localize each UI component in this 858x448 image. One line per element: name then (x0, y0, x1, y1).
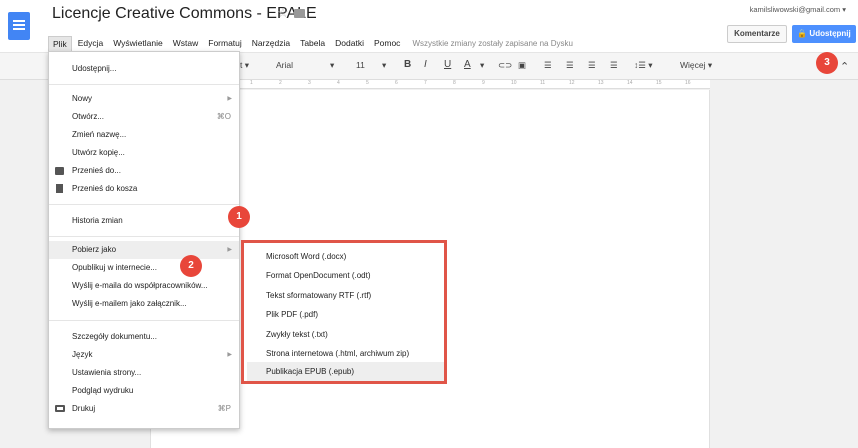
menu-item-copy[interactable]: Utwórz kopię... (49, 144, 239, 162)
menu-item-email-collaborators[interactable]: Wyślij e-maila do współpracowników... (49, 277, 239, 295)
menu-item-trash[interactable]: Przenieś do kosza (49, 180, 239, 198)
align-center-icon[interactable]: ☰ (566, 60, 574, 71)
menu-item-page-setup[interactable]: Ustawienia strony... (49, 364, 239, 382)
align-right-icon[interactable]: ☰ (588, 60, 596, 71)
align-justify-icon[interactable]: ☰ (610, 60, 618, 71)
menu-separator (49, 236, 239, 237)
printer-icon (55, 405, 65, 412)
comments-button[interactable]: Komentarze (727, 25, 787, 43)
line-spacing-icon[interactable]: ↕☰ ▾ (634, 60, 653, 71)
download-epub[interactable]: Publikacja EPUB (.epub) (247, 362, 444, 381)
font-size-arrow-icon[interactable]: ▾ (382, 60, 386, 71)
save-status: Wszystkie zmiany zostały zapisane na Dys… (412, 38, 573, 48)
link-icon[interactable]: ⊂⊃ (498, 60, 512, 71)
docs-logo-icon[interactable] (8, 12, 30, 40)
submenu-arrow-icon: ▶ (227, 247, 232, 253)
header: Licencje Creative Commons - EPALE ☆ Plik… (0, 0, 858, 52)
menu-separator (49, 320, 239, 321)
menu-separator (49, 84, 239, 85)
more-button[interactable]: Więcej ▾ (680, 60, 712, 71)
star-icon[interactable]: ☆ (277, 5, 289, 21)
collapse-toolbar-icon[interactable]: ⌃ (840, 60, 849, 73)
menu-format[interactable]: Formatuj (204, 36, 246, 50)
menu-item-email-attachment[interactable]: Wyślij e-mailem jako załącznik... (49, 295, 239, 313)
download-pdf[interactable]: Plik PDF (.pdf) (247, 305, 444, 324)
font-size-dropdown[interactable]: 11 (356, 60, 365, 70)
menubar: Plik Edycja Wyświetlanie Wstaw Formatuj … (48, 35, 573, 51)
font-style-dropdown-partial[interactable]: t ▾ (240, 60, 249, 71)
menu-separator (49, 204, 239, 205)
menu-addons[interactable]: Dodatki (331, 36, 368, 50)
step-badge-2: 2 (180, 255, 202, 277)
italic-button[interactable]: I (424, 59, 427, 70)
menu-insert[interactable]: Wstaw (169, 36, 203, 50)
download-odt[interactable]: Format OpenDocument (.odt) (247, 266, 444, 285)
menu-item-language[interactable]: Język ▶ (49, 346, 239, 364)
align-left-icon[interactable]: ☰ (544, 60, 552, 71)
submenu-arrow-icon: ▶ (227, 96, 232, 102)
menu-item-publish[interactable]: Opublikuj w internecie... (49, 259, 239, 277)
comment-icon[interactable]: ▣ (518, 60, 526, 71)
menu-help[interactable]: Pomoc (370, 36, 404, 50)
submenu-arrow-icon: ▶ (227, 352, 232, 358)
menu-view[interactable]: Wyświetlanie (109, 36, 167, 50)
text-color-button[interactable]: A (464, 59, 471, 70)
download-html[interactable]: Strona internetowa (.html, archiwum zip) (247, 344, 444, 363)
menu-item-move[interactable]: Przenieś do... (49, 162, 239, 180)
menu-edit[interactable]: Edycja (74, 36, 108, 50)
menu-file[interactable]: Plik (48, 35, 72, 51)
trash-icon (56, 184, 63, 193)
download-txt[interactable]: Zwykły tekst (.txt) (247, 325, 444, 344)
menu-item-details[interactable]: Szczegóły dokumentu... (49, 328, 239, 346)
menu-item-share[interactable]: Udostępnij... (49, 60, 239, 78)
menu-item-print-preview[interactable]: Podgląd wydruku (49, 382, 239, 400)
menu-item-new[interactable]: Nowy ▶ (49, 90, 239, 108)
step-badge-1: 1 (228, 206, 250, 228)
menu-item-download[interactable]: Pobierz jako ▶ (49, 241, 239, 259)
account-email[interactable]: kamilsliwowski@gmail.com ▾ (750, 5, 846, 14)
menu-item-print[interactable]: Drukuj ⌘P (49, 400, 239, 418)
bold-button[interactable]: B (404, 59, 411, 70)
font-dropdown-arrow-icon[interactable]: ▾ (330, 60, 334, 71)
font-dropdown[interactable]: Arial (276, 60, 293, 70)
menu-item-open[interactable]: Otwórz... ⌘O (49, 108, 239, 126)
text-color-arrow-icon[interactable]: ▾ (480, 60, 484, 71)
folder-icon[interactable] (294, 9, 305, 18)
menu-item-rename[interactable]: Zmień nazwę... (49, 126, 239, 144)
menu-table[interactable]: Tabela (296, 36, 329, 50)
menu-item-history[interactable]: Historia zmian (49, 212, 239, 230)
docs-app: Licencje Creative Commons - EPALE ☆ Plik… (0, 0, 858, 448)
step-badge-3: 3 (816, 52, 838, 74)
underline-button[interactable]: U (444, 59, 451, 70)
share-button[interactable]: 🔒 Udostępnij (792, 25, 856, 43)
lock-icon: 🔒 (797, 29, 808, 38)
download-submenu: Microsoft Word (.docx) Format OpenDocume… (241, 240, 447, 384)
menu-tools[interactable]: Narzędzia (248, 36, 294, 50)
download-rtf[interactable]: Tekst sformatowany RTF (.rtf) (247, 286, 444, 305)
file-menu: Udostępnij... Nowy ▶ Otwórz... ⌘O Zmień na… (48, 51, 240, 429)
download-docx[interactable]: Microsoft Word (.docx) (247, 247, 444, 266)
folder-icon (55, 167, 64, 175)
